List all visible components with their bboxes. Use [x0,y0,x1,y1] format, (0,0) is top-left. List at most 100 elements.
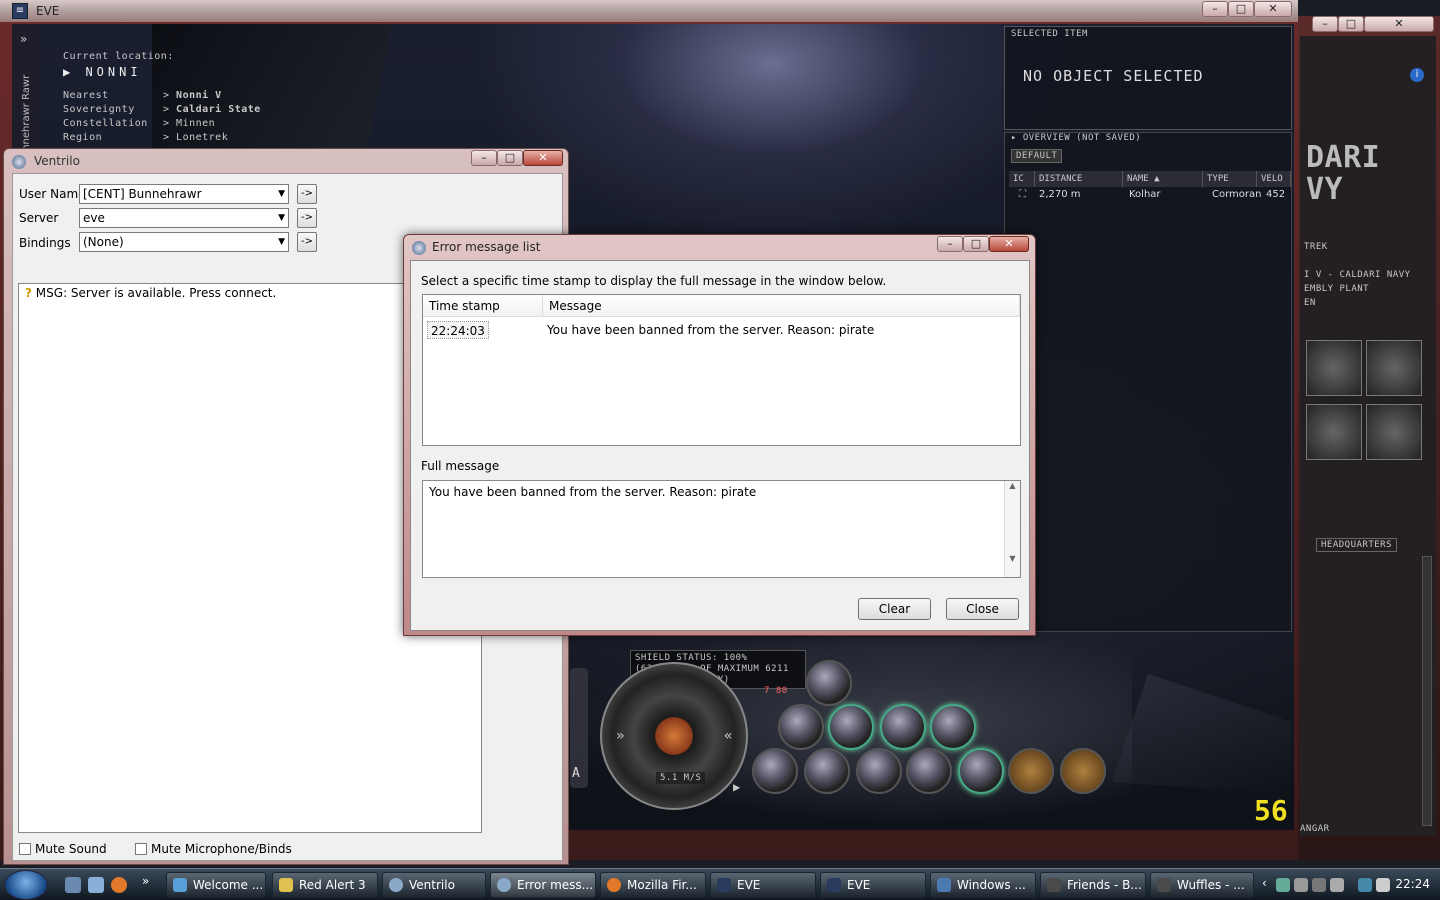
ventrilo-maximize-button[interactable]: □ [497,150,523,166]
play-icon[interactable]: ▶ [733,780,741,794]
switch-windows-icon[interactable] [88,877,104,893]
column-message[interactable]: Message [543,295,1020,317]
module-low-7[interactable] [1060,748,1106,794]
module-low-1[interactable] [752,748,798,794]
taskbar-item-eve-1[interactable]: EVE [710,872,816,898]
entry-message[interactable]: You have been banned from the server. Re… [547,321,874,339]
location-value-constellation[interactable]: > Minnen [163,118,215,129]
tab-default[interactable]: DEFAULT [1011,149,1063,163]
mute-sound-checkbox[interactable]: Mute Sound [19,842,107,856]
ventrilo-close-button[interactable]: ✕ [523,150,563,166]
hud-left-arrow-icon[interactable]: » [616,728,625,744]
bindings-setup-button[interactable]: -> [297,232,317,252]
station-minimize-button[interactable]: – [1312,16,1338,32]
taskbar-item-friends[interactable]: Friends - B... [1040,872,1146,898]
module-low-4[interactable] [906,748,952,794]
row-velocity[interactable]: 452 [1262,189,1285,200]
clock[interactable]: 22:24 [1395,877,1430,891]
module-low-3[interactable] [856,748,902,794]
module-low-6[interactable] [1008,748,1054,794]
bracket-icon[interactable]: ⛶ [1015,189,1026,200]
full-message-scrollbar[interactable]: ▲ ▼ [1004,481,1020,577]
taskbar-item-welcome[interactable]: Welcome ... [166,872,266,898]
station-close-button[interactable]: ✕ [1364,16,1434,32]
module-high-2[interactable] [778,704,824,750]
scroll-up-icon[interactable]: ▲ [1005,481,1020,490]
taskbar-item-red-alert[interactable]: Red Alert 3 [272,872,378,898]
taskbar-item-windows[interactable]: Windows ... [930,872,1036,898]
module-mid-2[interactable] [930,704,976,750]
taskbar-item-ventrilo[interactable]: Ventrilo [382,872,486,898]
eve-close-button[interactable]: ✕ [1254,1,1292,17]
tray-monitor-icon[interactable] [1330,878,1344,892]
taskbar-item-eve-2[interactable]: EVE [820,872,926,898]
close-button[interactable]: Close [946,598,1019,620]
show-desktop-icon[interactable] [65,877,81,893]
firefox-icon[interactable] [111,877,127,893]
taskbar-item-firefox[interactable]: Mozilla Fir... [600,872,706,898]
network-icon[interactable] [1358,878,1372,892]
bindings-combo[interactable]: (None) ▼ [79,232,289,252]
dialog-maximize-button[interactable]: □ [963,236,989,252]
agent-portrait-3[interactable] [1306,404,1362,460]
station-maximize-button[interactable]: □ [1338,16,1364,32]
mute-mic-checkbox[interactable]: Mute Microphone/Binds [135,842,292,856]
row-name[interactable]: Kolhar [1125,189,1161,200]
hud-right-arrow-icon[interactable]: « [724,728,733,744]
column-distance[interactable]: DISTANCE [1035,171,1123,187]
location-value-nearest[interactable]: > Nonni V [163,90,222,101]
quicklaunch-more-icon[interactable]: » [142,874,149,888]
autopilot-icon[interactable]: A [572,766,580,781]
server-combo[interactable]: eve ▼ [79,208,289,228]
agent-portrait-2[interactable] [1366,340,1422,396]
overview-header[interactable]: ▸ OVERVIEW (NOT SAVED) [1011,133,1141,143]
tray-expand-icon[interactable]: ‹ [1262,876,1267,890]
volume-icon[interactable] [1376,878,1390,892]
scroll-down-icon[interactable]: ▼ [1005,554,1020,563]
menu-icon[interactable]: ≡ [12,3,28,19]
system-name[interactable]: ▶ NONNI [63,65,142,79]
error-list[interactable]: Time stamp Message 22:24:03 You have bee… [422,294,1021,446]
hangar-button[interactable]: ANGAR [1300,824,1330,834]
full-message-textarea[interactable]: You have been banned from the server. Re… [422,480,1021,578]
module-mid-1[interactable] [880,704,926,750]
info-icon[interactable]: i [1410,68,1424,82]
eve-sidebar[interactable]: » Bunnehrawr Rawr [12,24,40,164]
expand-icon[interactable]: » [20,32,27,46]
speed-readout[interactable]: 5.1 M/S [656,772,706,784]
start-button[interactable] [4,870,48,900]
location-value-region[interactable]: > Lonetrek [163,132,228,143]
eve-maximize-button[interactable]: □ [1228,1,1254,17]
column-type[interactable]: TYPE [1203,171,1257,187]
server-setup-button[interactable]: -> [297,208,317,228]
agent-portrait-1[interactable] [1306,340,1362,396]
dialog-close-icon[interactable]: ✕ [989,236,1029,252]
column-velocity[interactable]: VELO [1257,171,1291,187]
module-high-3[interactable] [828,704,874,750]
tray-steam-icon[interactable] [1276,878,1290,892]
module-low-5[interactable] [958,748,1004,794]
dialog-minimize-button[interactable]: – [937,236,963,252]
tab-headquarters[interactable]: HEADQUARTERS [1316,538,1398,552]
ventrilo-minimize-button[interactable]: – [471,150,497,166]
entry-timestamp[interactable]: 22:24:03 [427,321,489,339]
column-timestamp[interactable]: Time stamp [423,295,543,317]
location-value-sovereignty[interactable]: > Caldari State [163,104,261,115]
eve-titlebar[interactable]: ≡ EVE – □ ✕ [0,0,1298,22]
module-low-2[interactable] [804,748,850,794]
tray-app-icon[interactable] [1294,878,1308,892]
eve-minimize-button[interactable]: – [1202,1,1228,17]
username-setup-button[interactable]: -> [297,184,317,204]
column-name[interactable]: NAME ▲ [1123,171,1203,187]
agent-portrait-4[interactable] [1366,404,1422,460]
username-combo[interactable]: [CENT] Bunnehrawr ▼ [79,184,289,204]
row-distance[interactable]: 2,270 m [1035,189,1081,200]
column-icon[interactable]: IC [1009,171,1035,187]
clear-button[interactable]: Clear [858,598,931,620]
tray-device-icon[interactable] [1312,878,1326,892]
taskbar-item-wuffles[interactable]: Wuffles - ... [1150,872,1254,898]
row-type[interactable]: Cormoran [1208,189,1261,200]
station-scrollbar[interactable] [1422,556,1432,826]
taskbar-item-error[interactable]: Error mess... [490,872,596,898]
module-high-1[interactable] [806,660,852,706]
